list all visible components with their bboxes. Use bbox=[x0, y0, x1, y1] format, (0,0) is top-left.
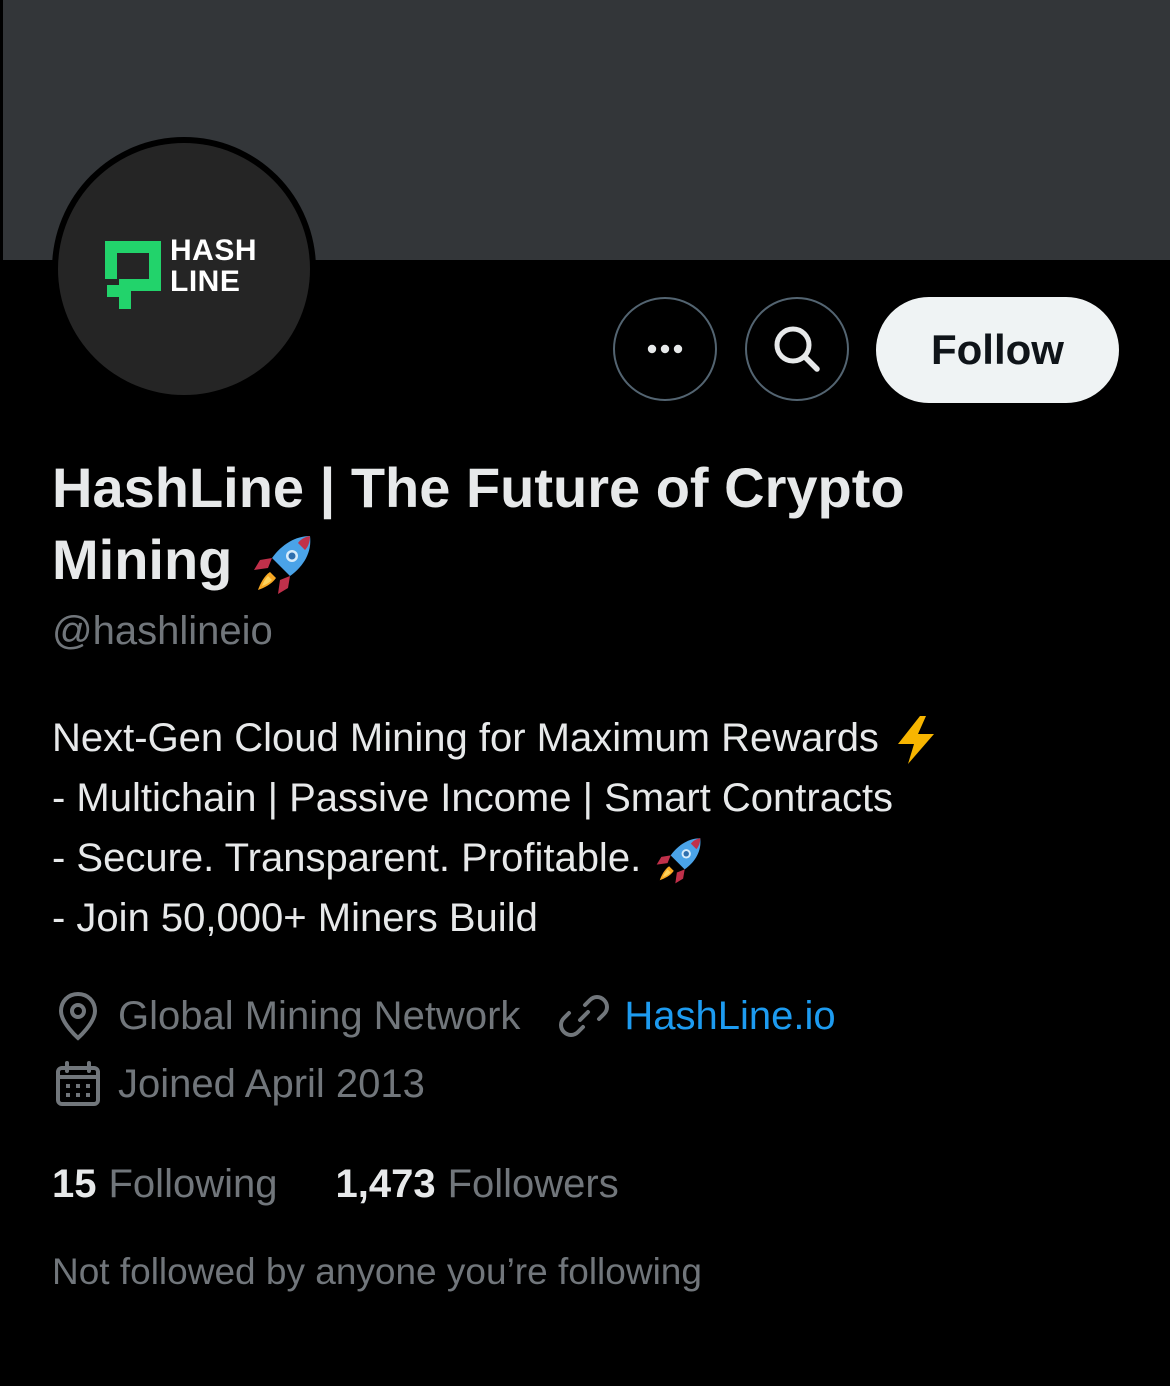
more-horizontal-icon bbox=[647, 344, 683, 354]
follow-button[interactable]: Follow bbox=[876, 297, 1119, 403]
avatar-image: HASH LINE bbox=[58, 143, 310, 395]
location-pin-icon bbox=[58, 991, 98, 1041]
followers-stat[interactable]: 1,473 Followers bbox=[335, 1157, 618, 1211]
profile-meta-location-row: Global Mining Network HashLine.io bbox=[52, 990, 836, 1042]
profile-meta-joined-row: Joined April 2013 bbox=[52, 1058, 425, 1110]
more-options-button[interactable] bbox=[613, 297, 717, 401]
profile-location: Global Mining Network bbox=[118, 993, 521, 1038]
followers-count: 1,473 bbox=[335, 1162, 436, 1206]
bio-line: - Join 50,000+ Miners Build bbox=[52, 896, 538, 941]
bio-line: Next-Gen Cloud Mining for Maximum Reward… bbox=[52, 708, 1132, 768]
search-icon bbox=[774, 326, 820, 372]
search-profile-button[interactable] bbox=[745, 297, 849, 401]
profile-bio: Next-Gen Cloud Mining for Maximum Reward… bbox=[52, 708, 1132, 948]
profile-handle: @hashlineio bbox=[52, 609, 273, 653]
bio-line: - Secure. Transparent. Profitable. bbox=[52, 828, 1132, 888]
followed-by-notice: Not followed by anyone you’re following bbox=[52, 1251, 702, 1292]
website-link[interactable]: HashLine.io bbox=[624, 994, 835, 1039]
rocket-icon bbox=[656, 838, 701, 884]
following-stat[interactable]: 15 Following bbox=[52, 1157, 277, 1211]
profile-website[interactable]: HashLine.io bbox=[558, 990, 836, 1042]
profile-joined-date: Joined April 2013 bbox=[118, 1061, 425, 1106]
following-label: Following bbox=[108, 1162, 278, 1206]
bio-line: - Multichain | Passive Income | Smart Co… bbox=[52, 776, 894, 820]
lightning-icon bbox=[898, 716, 935, 765]
followers-label: Followers bbox=[447, 1162, 619, 1206]
rocket-icon bbox=[253, 536, 311, 595]
hashline-logo-text: HASH LINE bbox=[170, 234, 258, 298]
hashline-logo-mark bbox=[105, 241, 161, 309]
bio-line-text: - Secure. Transparent. Profitable. bbox=[52, 836, 642, 880]
profile-stats: 15 Following 1,473 Followers bbox=[52, 1157, 619, 1211]
following-count: 15 bbox=[52, 1162, 97, 1206]
profile-avatar[interactable]: HASH LINE bbox=[52, 137, 316, 401]
display-name-text: HashLine | The Future of Crypto Mining bbox=[52, 456, 905, 591]
bio-line-text: Next-Gen Cloud Mining for Maximum Reward… bbox=[52, 716, 879, 760]
calendar-icon bbox=[56, 1061, 100, 1106]
link-icon bbox=[559, 995, 610, 1037]
profile-display-name: HashLine | The Future of Crypto Mining bbox=[52, 452, 1052, 600]
